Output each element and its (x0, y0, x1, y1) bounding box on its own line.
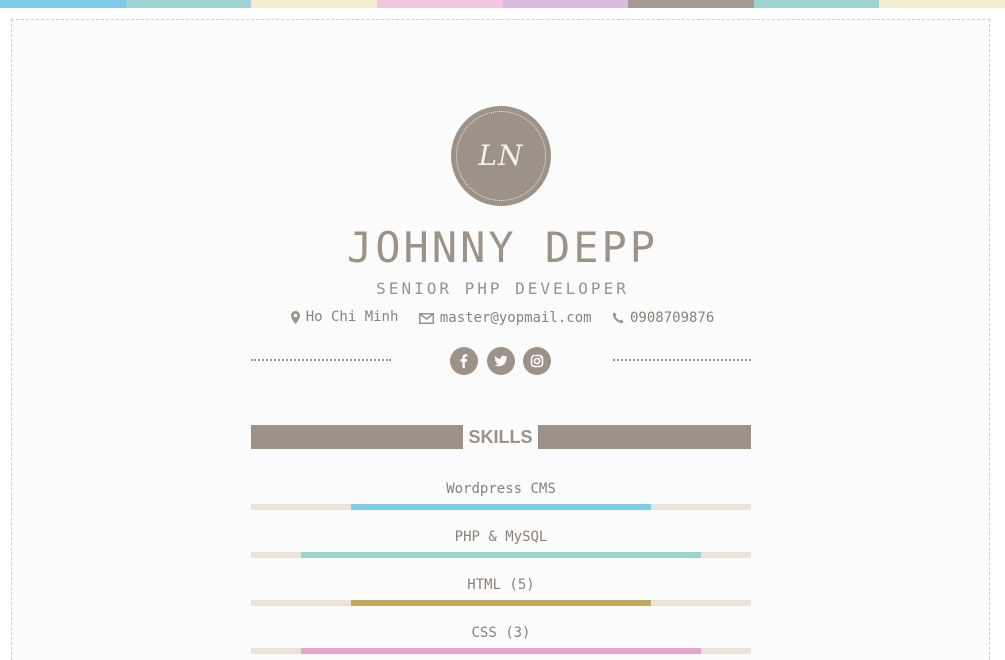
skill-fill (301, 552, 701, 558)
skill-fill (301, 648, 701, 654)
contact-location: Ho Chi Minh (290, 307, 399, 327)
resume-content: LN JOHNNY DEPP SENIOR PHP DEVELOPER Ho C… (0, 0, 1005, 654)
envelope-icon (418, 312, 434, 324)
instagram-icon (530, 354, 544, 368)
divider-right (613, 359, 751, 361)
contact-location-text: Ho Chi Minh (305, 309, 399, 325)
contact-phone[interactable]: 0908709876 (612, 308, 714, 328)
twitter-button[interactable] (487, 347, 515, 375)
skill-label: CSS (3) (471, 625, 531, 641)
skill-fill (351, 504, 651, 510)
skill-fill (351, 600, 651, 606)
facebook-button[interactable] (450, 347, 478, 375)
skill-track (251, 504, 751, 510)
skill-label: Wordpress CMS (446, 481, 556, 497)
skill-track (251, 552, 751, 558)
profile-name: JOHNNY DEPP (346, 223, 659, 272)
skill-track (251, 648, 751, 654)
facebook-icon (460, 354, 468, 368)
skill-label: HTML (5) (467, 577, 535, 593)
instagram-button[interactable] (523, 347, 551, 375)
contact-info: Ho Chi Minh master@yopmail.com 090870987… (0, 307, 1005, 330)
twitter-icon (494, 355, 508, 367)
avatar-monogram: LN (478, 139, 524, 172)
skill-track (251, 600, 751, 606)
skills-heading: SKILLS (463, 425, 538, 449)
phone-icon (612, 312, 624, 323)
map-marker-icon (290, 310, 300, 324)
avatar: LN (451, 106, 551, 206)
divider-left (251, 359, 391, 361)
contact-phone-text[interactable]: 0908709876 (630, 308, 714, 328)
contact-email[interactable]: master@yopmail.com (418, 308, 592, 328)
skill-label: PHP & MySQL (454, 529, 548, 545)
contact-email-text[interactable]: master@yopmail.com (440, 308, 592, 328)
profile-title: SENIOR PHP DEVELOPER (376, 279, 629, 298)
